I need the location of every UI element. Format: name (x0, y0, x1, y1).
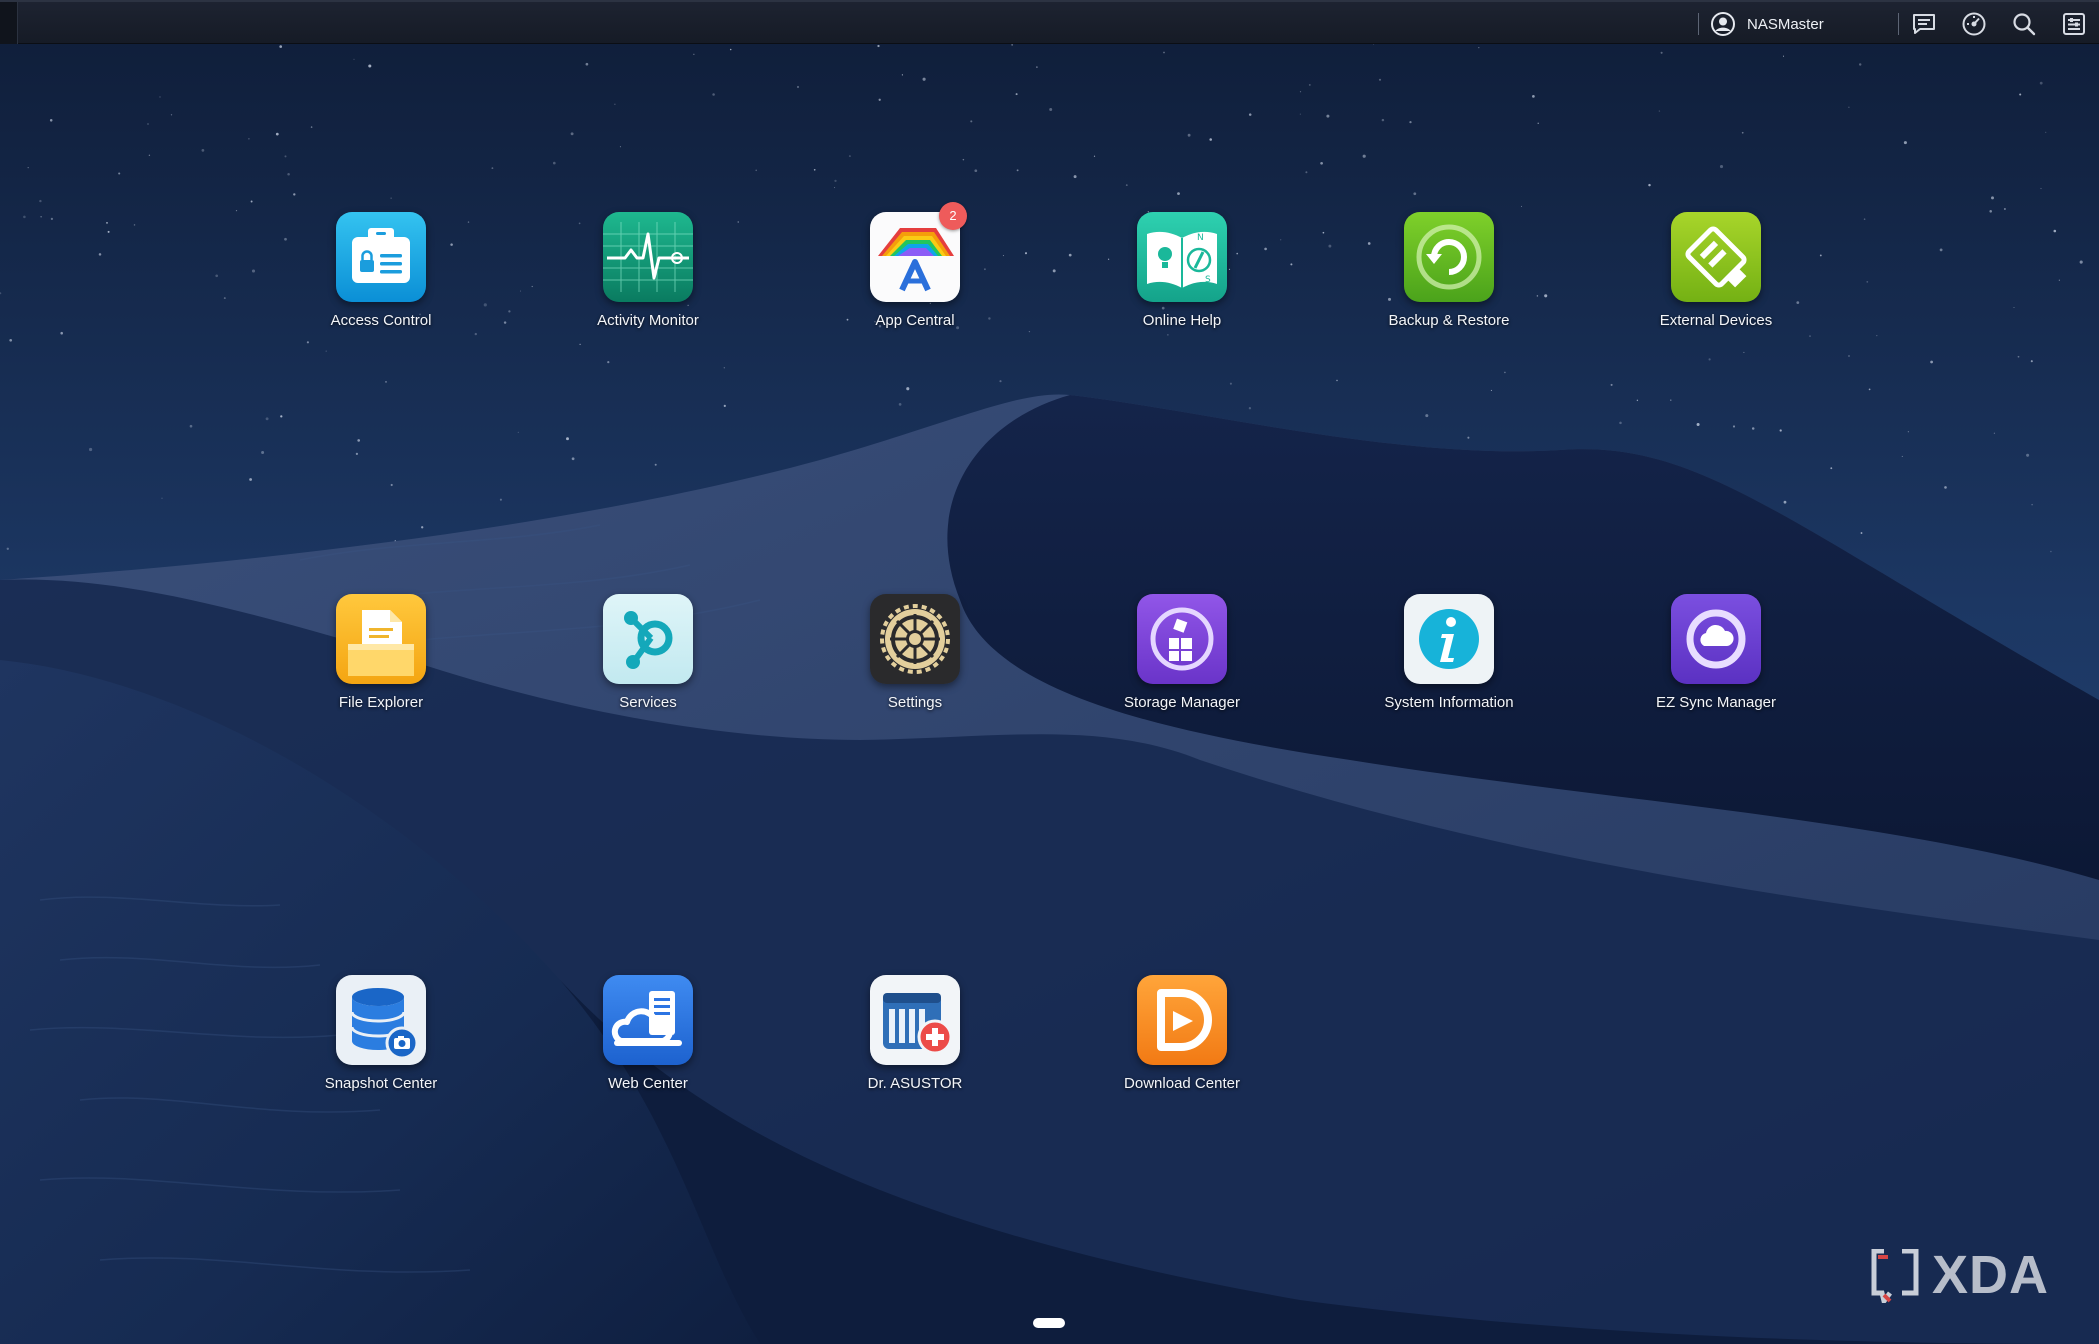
app-online-help[interactable]: N S Online Help (1102, 212, 1262, 329)
taskbar-divider (1698, 13, 1699, 35)
message-icon (1913, 14, 1935, 34)
username-label: NASMaster (1747, 15, 1824, 33)
notifications-button[interactable] (1911, 11, 1937, 37)
app-ez-sync-manager[interactable]: EZ Sync Manager (1636, 594, 1796, 711)
taskbar-divider (1898, 13, 1899, 35)
system-information-icon (1404, 594, 1494, 684)
search-button[interactable] (2011, 11, 2037, 37)
app-web-center[interactable]: Web Center (568, 975, 728, 1092)
app-backup-restore[interactable]: Backup & Restore (1369, 212, 1529, 329)
app-label: Download Center (1124, 1075, 1240, 1092)
app-snapshot-center[interactable]: Snapshot Center (301, 975, 461, 1092)
app-label: Activity Monitor (597, 312, 699, 329)
app-label: Web Center (608, 1075, 688, 1092)
app-label: Dr. ASUSTOR (867, 1075, 963, 1092)
app-label: Storage Manager (1124, 694, 1240, 711)
desktop: NASMaster Access Control Activity Monito… (0, 0, 2099, 1344)
web-center-icon (603, 975, 693, 1065)
app-settings[interactable]: Settings (835, 594, 995, 711)
top-taskbar: NASMaster (0, 0, 2099, 44)
online-help-icon: N S (1137, 212, 1227, 302)
app-label: Snapshot Center (324, 1075, 438, 1092)
app-label: Online Help (1142, 312, 1222, 329)
user-account-menu[interactable]: NASMaster (1710, 10, 1824, 38)
update-count-badge: 2 (939, 202, 967, 230)
xda-logo-icon (1871, 1249, 1919, 1303)
app-storage-manager[interactable]: Storage Manager (1102, 594, 1262, 711)
app-label: Access Control (330, 312, 432, 329)
services-icon (603, 594, 693, 684)
app-label: Backup & Restore (1388, 312, 1510, 329)
taskbar-left-handle[interactable] (0, 2, 18, 44)
control-panel-icon (2063, 13, 2085, 35)
app-label: External Devices (1659, 312, 1773, 329)
watermark-text: XDA (1932, 1245, 2050, 1305)
app-label: Services (619, 694, 677, 711)
search-icon (2013, 13, 2036, 36)
file-explorer-icon (336, 594, 426, 684)
app-label: File Explorer (338, 694, 424, 711)
app-label: EZ Sync Manager (1655, 694, 1777, 711)
access-control-icon (336, 212, 426, 302)
activity-monitor-icon (603, 212, 693, 302)
user-avatar-icon (1711, 12, 1735, 36)
settings-icon (870, 594, 960, 684)
app-label: App Central (875, 312, 955, 329)
backup-restore-icon (1404, 212, 1494, 302)
ez-sync-manager-icon (1671, 594, 1761, 684)
app-access-control[interactable]: Access Control (301, 212, 461, 329)
app-app-central[interactable]: 2 App Central (835, 202, 995, 329)
app-external-devices[interactable]: External Devices (1636, 212, 1796, 329)
app-label: System Information (1384, 694, 1514, 711)
download-center-icon (1137, 975, 1227, 1065)
dashboard-gauge-icon (1962, 12, 1986, 36)
svg-text:N: N (1197, 233, 1204, 243)
system-health-button[interactable] (1961, 11, 1987, 37)
xda-watermark: XDA (1870, 1245, 2048, 1305)
widgets-panel-button[interactable] (2061, 11, 2087, 37)
app-system-information[interactable]: System Information (1369, 594, 1529, 711)
svg-text:S: S (1205, 275, 1211, 285)
app-activity-monitor[interactable]: Activity Monitor (568, 212, 728, 329)
external-devices-icon (1671, 212, 1761, 302)
app-services[interactable]: Services (568, 594, 728, 711)
app-file-explorer[interactable]: File Explorer (301, 594, 461, 711)
page-indicator-dot[interactable] (1033, 1318, 1065, 1328)
app-dr-asustor[interactable]: Dr. ASUSTOR (835, 975, 995, 1092)
app-download-center[interactable]: Download Center (1102, 975, 1262, 1092)
app-label: Settings (887, 694, 943, 711)
storage-manager-icon (1137, 594, 1227, 684)
dr-asustor-icon (870, 975, 960, 1065)
snapshot-center-icon (336, 975, 426, 1065)
